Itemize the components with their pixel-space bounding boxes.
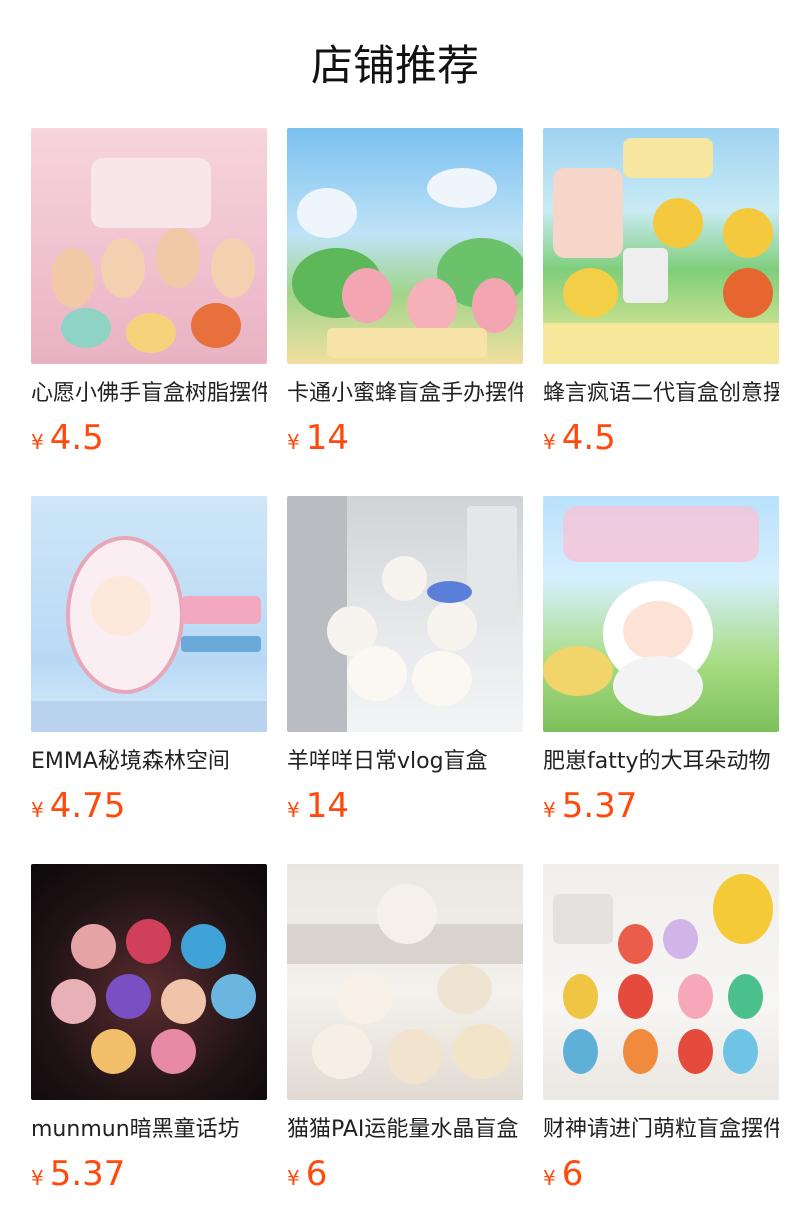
- product-card[interactable]: 卡通小蜜蜂盲盒手办摆件 ¥14: [287, 128, 523, 476]
- product-name[interactable]: 卡通小蜜蜂盲盒手办摆件: [287, 378, 523, 410]
- product-image[interactable]: [543, 128, 779, 364]
- product-image[interactable]: [543, 864, 779, 1100]
- currency-symbol: ¥: [287, 430, 300, 454]
- product-image[interactable]: [31, 864, 267, 1100]
- product-card[interactable]: 肥崽fatty的大耳朵动物 ¥5.37: [543, 496, 779, 844]
- product-image[interactable]: [31, 496, 267, 732]
- product-price: ¥4.5: [31, 416, 104, 466]
- product-price: ¥5.37: [543, 784, 637, 834]
- product-image[interactable]: [287, 864, 523, 1100]
- product-price: ¥14: [287, 784, 349, 834]
- price-value: 14: [305, 786, 349, 826]
- price-value: 5.37: [49, 1154, 126, 1194]
- price-value: 5.37: [561, 786, 638, 826]
- product-card[interactable]: 财神请进门萌粒盲盒摆件 ¥6: [543, 864, 779, 1212]
- product-name[interactable]: 肥崽fatty的大耳朵动物: [543, 746, 779, 778]
- product-card[interactable]: 猫猫PAI运能量水晶盲盒 ¥6: [287, 864, 523, 1212]
- currency-symbol: ¥: [543, 430, 556, 454]
- price-value: 4.5: [49, 418, 104, 458]
- product-price: ¥5.37: [31, 1152, 125, 1202]
- product-grid: 心愿小佛手盲盒树脂摆件 ¥4.5 卡通小蜜蜂盲盒手办摆件 ¥14 蜂言疯语二代盲…: [31, 128, 779, 1212]
- product-price: ¥14: [287, 416, 349, 466]
- product-card[interactable]: munmun暗黑童话坊 ¥5.37: [31, 864, 267, 1212]
- product-image[interactable]: [31, 128, 267, 364]
- currency-symbol: ¥: [543, 1166, 556, 1190]
- price-value: 6: [561, 1154, 584, 1194]
- product-image[interactable]: [287, 128, 523, 364]
- product-card[interactable]: EMMA秘境森林空间 ¥4.75: [31, 496, 267, 844]
- product-image[interactable]: [287, 496, 523, 732]
- page: 店铺推荐 心愿小佛手盲盒树脂摆件 ¥4.5 卡通小蜜蜂盲盒手办摆件 ¥ 14 蜂…: [0, 0, 790, 1232]
- currency-symbol: ¥: [287, 798, 300, 822]
- product-card[interactable]: 蜂言疯语二代盲盒创意摆件 ¥4.5: [543, 128, 779, 476]
- page-title: 店铺推荐: [310, 41, 479, 90]
- product-price: ¥4.75: [31, 784, 125, 834]
- currency-symbol: ¥: [287, 1166, 300, 1190]
- price-value: 14: [305, 418, 349, 458]
- product-name[interactable]: EMMA秘境森林空间: [31, 746, 267, 778]
- product-price: ¥4.5: [543, 416, 616, 466]
- price-value: 6: [305, 1154, 328, 1194]
- currency-symbol: ¥: [543, 798, 556, 822]
- product-card[interactable]: 羊咩咩日常vlog盲盒 ¥14: [287, 496, 523, 844]
- currency-symbol: ¥: [31, 798, 44, 822]
- product-image[interactable]: [543, 496, 779, 732]
- product-name[interactable]: 财神请进门萌粒盲盒摆件: [543, 1114, 779, 1146]
- product-card[interactable]: 心愿小佛手盲盒树脂摆件 ¥4.5: [31, 128, 267, 476]
- price-value: 4.5: [561, 418, 616, 458]
- price-value: 4.75: [49, 786, 126, 826]
- product-name[interactable]: munmun暗黑童话坊: [31, 1114, 267, 1146]
- product-price: ¥6: [287, 1152, 327, 1202]
- product-name[interactable]: 猫猫PAI运能量水晶盲盒: [287, 1114, 523, 1146]
- product-name[interactable]: 蜂言疯语二代盲盒创意摆件: [543, 378, 779, 410]
- product-price: ¥6: [543, 1152, 583, 1202]
- currency-symbol: ¥: [31, 430, 44, 454]
- product-name[interactable]: 羊咩咩日常vlog盲盒: [287, 746, 523, 778]
- product-name[interactable]: 心愿小佛手盲盒树脂摆件: [31, 378, 267, 410]
- currency-symbol: ¥: [31, 1166, 44, 1190]
